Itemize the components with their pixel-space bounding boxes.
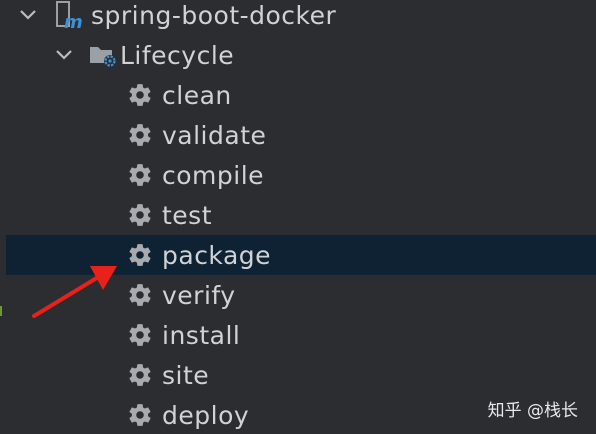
lifecycle-item-verify[interactable]: verify xyxy=(0,275,596,315)
gear-icon xyxy=(127,322,153,348)
lifecycle-item-label: clean xyxy=(162,80,232,110)
lifecycle-item-label: compile xyxy=(162,160,265,190)
lifecycle-item-label: install xyxy=(162,320,241,350)
maven-tool-window: m spring-boot-docker Lifecycle clean val… xyxy=(0,0,596,434)
lifecycle-item-test[interactable]: test xyxy=(0,195,596,235)
lifecycle-item-label: deploy xyxy=(162,400,250,430)
watermark: 知乎 @栈长 xyxy=(487,401,578,421)
lifecycle-item-label: validate xyxy=(162,120,267,150)
gear-icon xyxy=(127,242,153,268)
maven-module-icon: m xyxy=(55,0,83,30)
project-label: spring-boot-docker xyxy=(91,0,337,30)
lifecycle-folder-icon xyxy=(88,41,118,69)
lifecycle-item-package[interactable]: package xyxy=(6,235,596,275)
gear-icon xyxy=(127,282,153,308)
gear-icon xyxy=(127,202,153,228)
lifecycle-item-install[interactable]: install xyxy=(0,315,596,355)
chevron-down-icon[interactable] xyxy=(19,6,37,24)
lifecycle-item-clean[interactable]: clean xyxy=(0,75,596,115)
gear-icon xyxy=(127,122,153,148)
gear-icon xyxy=(127,402,153,428)
lifecycle-item-label: verify xyxy=(162,280,236,310)
svg-text:m: m xyxy=(64,12,83,30)
lifecycle-item-label: site xyxy=(162,360,210,390)
lifecycle-item-label: test xyxy=(162,200,213,230)
tree-node-lifecycle[interactable]: Lifecycle xyxy=(0,35,596,75)
lifecycle-label: Lifecycle xyxy=(120,40,235,70)
tree-node-project[interactable]: m spring-boot-docker xyxy=(0,0,596,35)
gear-icon xyxy=(127,82,153,108)
gear-icon xyxy=(127,362,153,388)
gear-icon xyxy=(127,162,153,188)
lifecycle-item-validate[interactable]: validate xyxy=(0,115,596,155)
gutter-marker xyxy=(0,306,2,316)
lifecycle-item-label: package xyxy=(162,240,272,270)
lifecycle-item-compile[interactable]: compile xyxy=(0,155,596,195)
chevron-down-icon[interactable] xyxy=(55,46,73,64)
lifecycle-item-site[interactable]: site xyxy=(0,355,596,395)
